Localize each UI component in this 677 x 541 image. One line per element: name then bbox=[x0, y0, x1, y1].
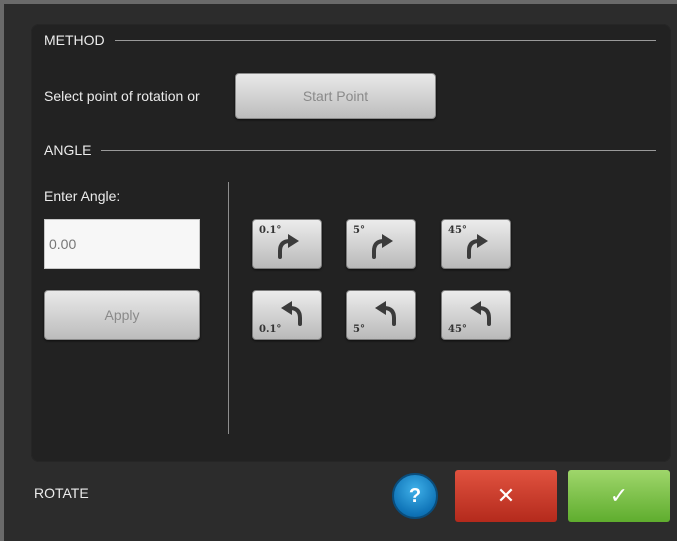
rotate-ccw-icon bbox=[375, 301, 396, 326]
rotate-ccw-5-button[interactable]: 5° bbox=[346, 290, 416, 340]
rotate-cw-5-button[interactable]: 5° bbox=[346, 219, 416, 269]
dialog-title: ROTATE bbox=[34, 485, 89, 501]
angle-input[interactable]: 0.00 bbox=[44, 219, 200, 269]
cancel-button[interactable]: ✕ bbox=[455, 470, 557, 522]
method-heading: METHOD bbox=[44, 32, 105, 48]
angle-heading: ANGLE bbox=[44, 142, 92, 158]
rotate-cw-icon bbox=[372, 234, 393, 259]
enter-angle-label: Enter Angle: bbox=[44, 188, 121, 204]
rotate-increment-label: 45° bbox=[448, 324, 467, 335]
confirm-button[interactable]: ✓ bbox=[568, 470, 670, 522]
rotate-increment-label: 5° bbox=[353, 324, 365, 335]
rotate-cw-0.1-button[interactable]: 0.1° bbox=[252, 219, 322, 269]
rotate-cw-45-button[interactable]: 45° bbox=[441, 219, 511, 269]
apply-button[interactable]: Apply bbox=[44, 290, 200, 340]
rotate-cw-icon bbox=[278, 234, 299, 259]
rotate-increment-label: 5° bbox=[353, 225, 365, 236]
rotate-ccw-icon bbox=[470, 301, 491, 326]
rotation-point-prompt: Select point of rotation or bbox=[44, 88, 200, 104]
rotate-ccw-45-button[interactable]: 45° bbox=[441, 290, 511, 340]
start-point-button[interactable]: Start Point bbox=[235, 73, 436, 119]
help-button[interactable]: ? bbox=[392, 473, 438, 519]
method-section-header: METHOD bbox=[44, 30, 656, 50]
angle-divider bbox=[101, 149, 656, 151]
rotate-cw-icon bbox=[467, 234, 488, 259]
method-divider bbox=[114, 39, 656, 41]
angle-section-header: ANGLE bbox=[44, 140, 656, 160]
rotate-ccw-0.1-button[interactable]: 0.1° bbox=[252, 290, 322, 340]
rotate-ccw-icon bbox=[281, 301, 302, 326]
vertical-divider bbox=[228, 182, 229, 434]
